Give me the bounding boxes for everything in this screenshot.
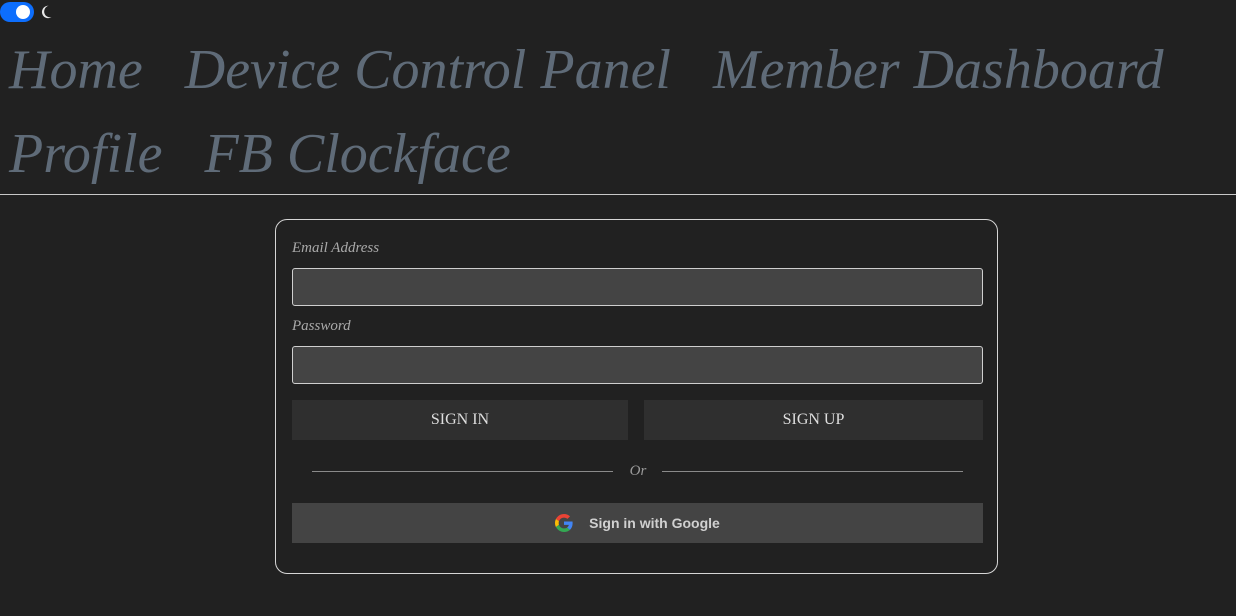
password-field[interactable]	[292, 346, 983, 384]
theme-switcher	[0, 1, 56, 23]
google-sign-in-label: Sign in with Google	[589, 515, 720, 531]
email-label: Email Address	[292, 240, 380, 256]
or-label: Or	[629, 463, 647, 479]
main-nav: Home Device Control Panel Member Dashboa…	[9, 28, 1229, 196]
or-line-left	[312, 471, 613, 472]
login-card: Email Address Password SIGN IN SIGN UP O…	[275, 219, 998, 574]
email-field[interactable]	[292, 268, 983, 306]
nav-link-device-control-panel[interactable]: Device Control Panel	[185, 39, 671, 101]
password-label: Password	[292, 318, 351, 334]
sign-up-button[interactable]: SIGN UP	[644, 400, 983, 440]
nav-link-profile[interactable]: Profile	[9, 123, 162, 185]
or-separator: Or	[312, 460, 963, 484]
sign-in-button[interactable]: SIGN IN	[292, 400, 628, 440]
google-logo-icon	[555, 514, 573, 532]
or-line-right	[662, 471, 963, 472]
nav-link-home[interactable]: Home	[9, 39, 143, 101]
dark-mode-toggle[interactable]	[0, 2, 34, 22]
moon-icon	[41, 5, 52, 19]
toggle-knob	[16, 5, 30, 19]
header-divider	[0, 194, 1236, 195]
nav-link-fb-clockface[interactable]: FB Clockface	[204, 123, 510, 185]
nav-link-member-dashboard[interactable]: Member Dashboard	[713, 39, 1164, 101]
google-sign-in-button[interactable]: Sign in with Google	[292, 503, 983, 543]
